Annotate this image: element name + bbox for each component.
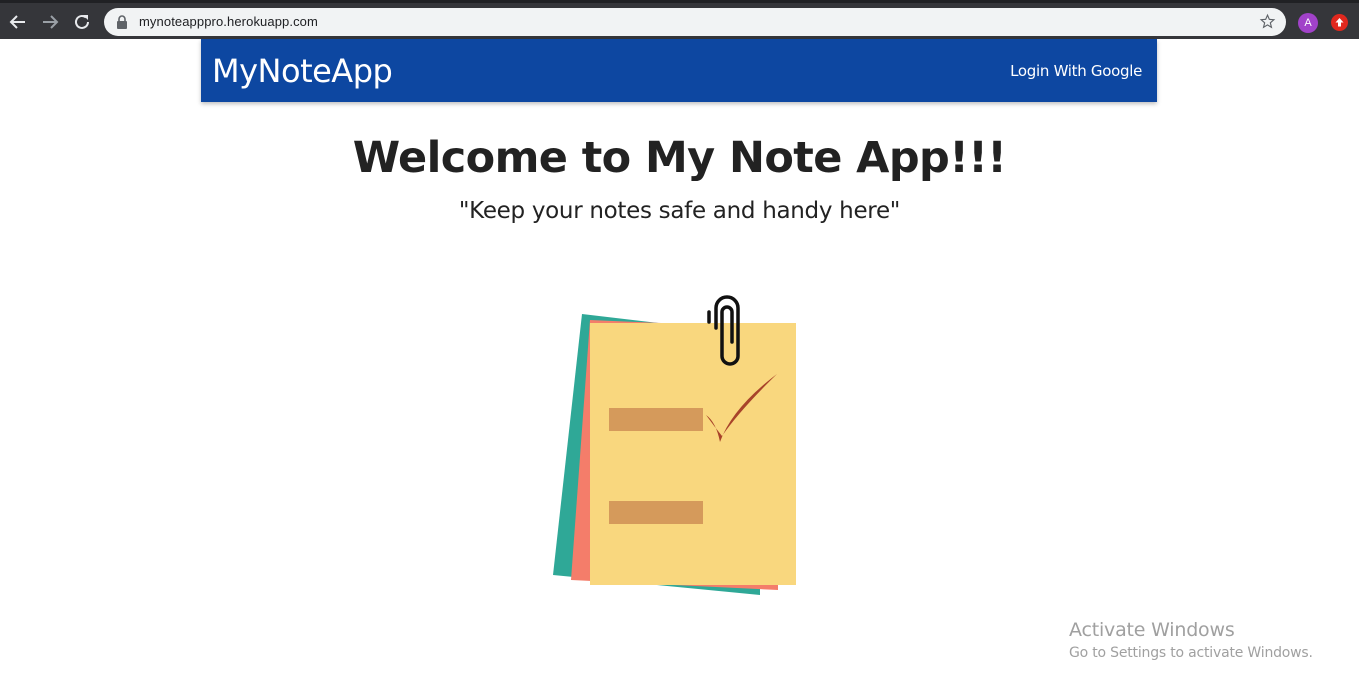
lock-icon [117, 15, 127, 29]
note-line [609, 501, 703, 524]
activation-watermark-subtitle: Go to Settings to activate Windows. [1069, 645, 1313, 661]
page-subtitle: "Keep your notes safe and handy here" [458, 198, 901, 224]
back-icon[interactable] [7, 11, 29, 33]
profile-avatar[interactable]: A [1298, 13, 1318, 33]
address-bar[interactable]: mynoteapppro.herokuapp.com [104, 8, 1286, 36]
app-navbar: MyNoteApp Login With Google [201, 39, 1157, 102]
page-title: Welcome to My Note App!!! [352, 133, 1007, 183]
browser-toolbar: mynoteapppro.herokuapp.com A [0, 0, 1359, 39]
star-icon[interactable] [1259, 13, 1276, 30]
sticky-notes-icon [553, 295, 796, 595]
reload-icon[interactable] [71, 11, 93, 33]
extension-icon[interactable] [1331, 14, 1348, 31]
login-with-google-link[interactable]: Login With Google [1010, 62, 1142, 80]
url-text: mynoteapppro.herokuapp.com [139, 14, 318, 29]
note-line [609, 408, 703, 431]
brand-logo[interactable]: MyNoteApp [212, 52, 393, 90]
forward-icon[interactable] [39, 11, 61, 33]
activation-watermark-title: Activate Windows [1069, 619, 1235, 641]
note-yellow [590, 323, 796, 585]
